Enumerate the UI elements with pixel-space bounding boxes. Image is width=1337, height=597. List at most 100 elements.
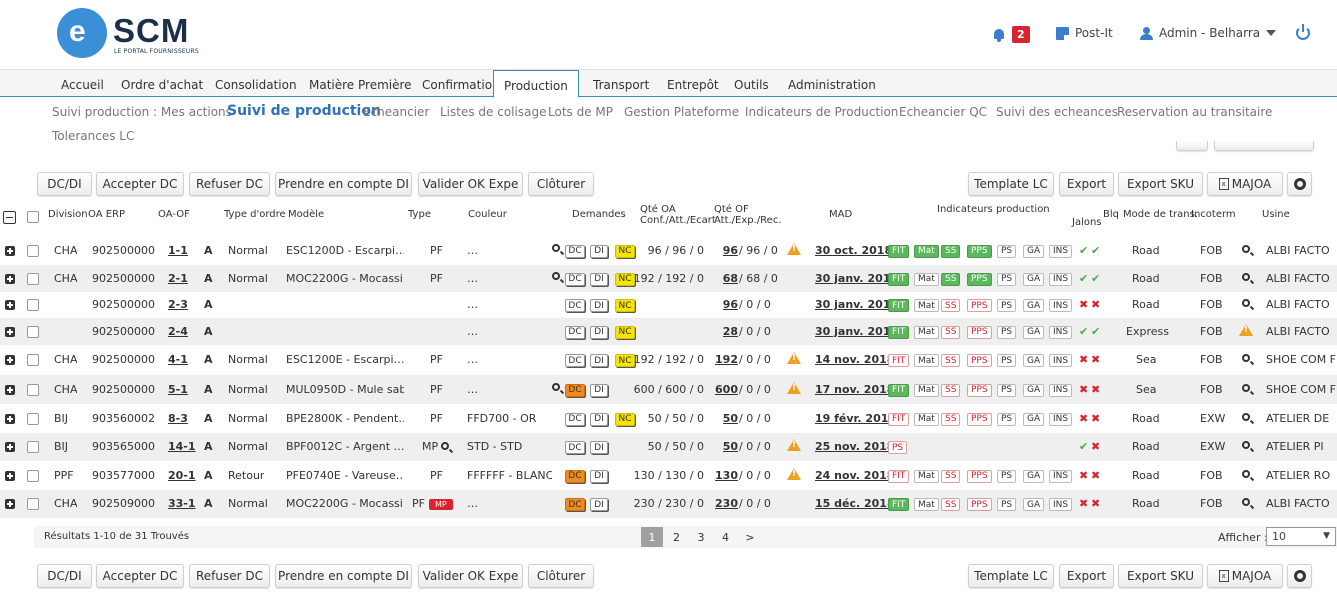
col-header-oa-erp[interactable]: OA ERP	[88, 209, 125, 220]
nc-tag[interactable]: NC	[615, 412, 635, 426]
export-sku-button[interactable]: Export SKU	[1118, 172, 1203, 196]
indicator-pps[interactable]: PPS	[967, 354, 992, 367]
qte-of-link[interactable]: 28	[723, 325, 738, 338]
indicator-mat[interactable]: Mat	[914, 498, 939, 511]
table-row[interactable]: 902500000 2-4 A … DC DI NC 28/ 0 / 0 30 janv. 20…	[0, 318, 1337, 345]
indicator-ga[interactable]: GA	[1023, 412, 1045, 426]
dcdi-button[interactable]: DC/DI	[37, 564, 92, 588]
search-icon[interactable]	[1242, 412, 1250, 421]
dcdi-button[interactable]: DC/DI	[37, 172, 92, 196]
mad-link[interactable]: 25 nov. 2018	[815, 440, 894, 453]
indicator-fit[interactable]: FIT	[888, 354, 910, 367]
table-row[interactable]: BIJ 903560002 8-3 A Normal BPE2800K - Pendent…	[0, 404, 1337, 433]
majoa-button[interactable]: x MAJOA	[1207, 172, 1283, 196]
zoom-icon[interactable]	[552, 271, 560, 280]
col-header-oa-of[interactable]: OA-OF	[158, 209, 190, 220]
indicator-fit[interactable]: FIT	[888, 299, 910, 312]
sub-tab-1[interactable]: Suivi de production	[227, 103, 381, 119]
indicator-ss[interactable]: SS	[941, 272, 961, 286]
indicator-ga[interactable]: GA	[1023, 498, 1045, 511]
expand-row-icon[interactable]	[5, 499, 15, 509]
indicator-fit[interactable]: FIT	[888, 244, 910, 258]
indicator-ps[interactable]: PS	[997, 354, 1017, 367]
indicator-ss[interactable]: SS	[941, 383, 961, 397]
indicator-fit[interactable]: FIT	[888, 325, 910, 339]
row-checkbox[interactable]	[27, 354, 39, 366]
table-row[interactable]: CHA 902500000 4-1 A Normal ESC1200E - Escarpi…	[0, 345, 1337, 375]
indicator-mat[interactable]: Mat	[914, 272, 939, 286]
oa-of-link[interactable]: 33-1	[168, 497, 196, 510]
collapse-all-icon[interactable]	[3, 211, 16, 224]
search-icon[interactable]	[1242, 299, 1250, 307]
sub-tab-3[interactable]: Listes de colisage	[440, 105, 546, 119]
export-button[interactable]: Export	[1059, 564, 1114, 588]
indicator-pps[interactable]: PPS	[967, 498, 992, 511]
di-tag[interactable]: DI	[590, 412, 608, 426]
take-button[interactable]: Prendre en compte DI	[275, 564, 412, 588]
table-row[interactable]: CHA 902500000 2-1 A Normal MOC2200G - Mocassi…	[0, 265, 1337, 292]
oa-of-link[interactable]: 20-1	[168, 469, 196, 482]
qte-of-link[interactable]: 50	[723, 440, 738, 453]
dc-tag[interactable]: DC	[565, 325, 585, 339]
nc-tag[interactable]: NC	[615, 354, 635, 367]
export-button[interactable]: Export	[1059, 172, 1114, 196]
indicator-mat[interactable]: Mat	[914, 325, 939, 339]
indicator-ins[interactable]: INS	[1049, 498, 1073, 511]
qte-of-link[interactable]: 50	[723, 412, 738, 425]
col-header-type[interactable]: Type	[408, 209, 431, 220]
main-tab-9[interactable]: Administration	[788, 78, 876, 92]
oa-of-link[interactable]: 14-1	[168, 440, 196, 453]
dc-tag[interactable]: DC	[565, 299, 585, 312]
row-checkbox[interactable]	[27, 299, 39, 311]
indicator-ins[interactable]: INS	[1049, 383, 1073, 397]
row-checkbox[interactable]	[27, 325, 39, 338]
qte-of-link[interactable]: 68	[723, 272, 738, 285]
settings-button[interactable]	[1287, 564, 1312, 588]
dc-tag[interactable]: DC	[565, 244, 585, 258]
row-checkbox[interactable]	[27, 469, 39, 482]
top-hidden-button-2[interactable]	[1214, 141, 1314, 151]
indicator-fit[interactable]: FIT	[888, 383, 910, 397]
dc-tag[interactable]: DC	[565, 383, 585, 397]
di-tag[interactable]: DI	[590, 441, 608, 454]
main-tab-0[interactable]: Accueil	[61, 78, 104, 92]
user-menu[interactable]: Admin - Belharra	[1140, 26, 1277, 40]
di-tag[interactable]: DI	[590, 325, 608, 339]
col-header-qte-oa2[interactable]: Conf./Att./Ecart	[640, 215, 716, 226]
indicator-pps[interactable]: PPS	[967, 412, 992, 426]
mad-link[interactable]: 30 janv. 2019	[815, 325, 898, 338]
row-checkbox[interactable]	[27, 272, 39, 285]
majoa-button[interactable]: x MAJOA	[1207, 564, 1283, 588]
oa-of-link[interactable]: 8-3	[168, 412, 188, 425]
row-checkbox[interactable]	[27, 244, 39, 257]
expand-row-icon[interactable]	[5, 273, 15, 284]
di-tag[interactable]: DI	[590, 299, 608, 312]
row-checkbox[interactable]	[27, 441, 39, 453]
qte-of-link[interactable]: 130	[715, 469, 738, 482]
page-button-3[interactable]: 3	[690, 527, 712, 547]
mad-link[interactable]: 17 nov. 2018	[815, 383, 894, 396]
indicator-ss[interactable]: SS	[941, 325, 961, 339]
table-row[interactable]: 902500000 2-3 A … DC DI NC 96/ 0 / 0 30 janv. 20…	[0, 292, 1337, 318]
indicator-pps[interactable]: PPS	[967, 469, 992, 483]
table-row[interactable]: CHA 902500000 5-1 A Normal MUL0950D - Mule sa…	[0, 375, 1337, 404]
table-row[interactable]: BIJ 903565000 14-1 A Normal BPF0012C - Argent…	[0, 433, 1337, 461]
mad-link[interactable]: 15 déc. 2018	[815, 497, 895, 510]
mad-link[interactable]: 30 janv. 2019	[815, 272, 898, 285]
col-header-type-ordre[interactable]: Type d'ordre	[224, 209, 286, 220]
indicator-ss[interactable]: SS	[941, 498, 961, 511]
page-size-select[interactable]: 10 ▼	[1266, 527, 1336, 546]
col-header-blq[interactable]: Blq	[1103, 209, 1119, 220]
indicator-ps[interactable]: PS	[888, 441, 908, 454]
select-all-checkbox[interactable]	[27, 211, 39, 223]
notifications-button[interactable]: 2	[992, 26, 1030, 43]
template-button[interactable]: Template LC	[968, 564, 1054, 588]
main-tab-3[interactable]: Matière Première	[309, 78, 412, 92]
indicator-ins[interactable]: INS	[1049, 325, 1073, 339]
expand-row-icon[interactable]	[5, 245, 15, 256]
dc-tag[interactable]: DC	[565, 441, 585, 454]
indicator-ss[interactable]: SS	[941, 412, 961, 426]
indicator-mat[interactable]: Mat	[914, 469, 939, 483]
di-tag[interactable]: DI	[590, 244, 608, 258]
export-sku-button[interactable]: Export SKU	[1118, 564, 1203, 588]
